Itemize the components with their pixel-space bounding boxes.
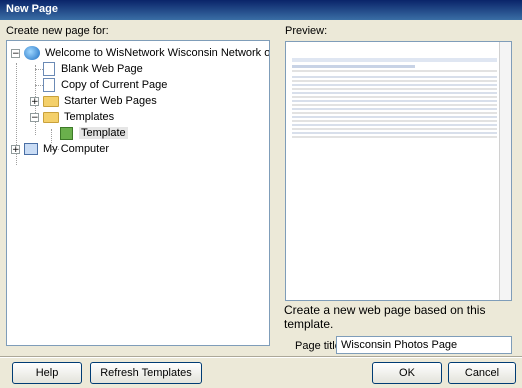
folder-open-icon	[43, 111, 59, 123]
window-title: New Page	[6, 3, 58, 15]
tree-node-label: Welcome to WisNetwork Wisconsin Network …	[45, 47, 270, 59]
template-icon	[60, 126, 73, 140]
tree-node-templates[interactable]: − Templates	[30, 109, 114, 125]
ok-button[interactable]: OK	[372, 362, 442, 384]
preview-label: Preview:	[285, 25, 328, 37]
divider	[0, 356, 522, 358]
page-icon	[43, 62, 55, 76]
create-for-label: Create new page for:	[6, 25, 109, 37]
tree-node-label: Blank Web Page	[61, 63, 143, 75]
folder-icon	[43, 95, 59, 107]
tree-node-website[interactable]: − Welcome to WisNetwork Wisconsin Networ…	[11, 45, 270, 61]
website-icon	[24, 46, 40, 60]
expand-icon[interactable]: +	[11, 144, 20, 154]
template-description: Create a new web page based on this temp…	[284, 303, 486, 331]
expand-icon[interactable]: +	[30, 96, 39, 106]
tree-node-copy-page[interactable]: Copy of Current Page	[41, 77, 167, 93]
page-title-input[interactable]: Wisconsin Photos Page	[336, 336, 512, 354]
tree-node-label: Starter Web Pages	[64, 95, 157, 107]
preview-scrollbar[interactable]	[499, 42, 511, 300]
location-tree[interactable]: − Welcome to WisNetwork Wisconsin Networ…	[6, 40, 270, 346]
cancel-button[interactable]: Cancel	[448, 362, 516, 384]
tree-node-template[interactable]: Template	[59, 125, 128, 141]
tree-node-label: Template	[79, 127, 128, 139]
title-bar: New Page	[0, 0, 522, 20]
tree-node-label: My Computer	[43, 143, 110, 155]
refresh-templates-button[interactable]: Refresh Templates	[90, 362, 202, 384]
collapse-icon[interactable]: −	[30, 112, 39, 122]
tree-node-label: Templates	[64, 111, 115, 123]
tree-node-starter-pages[interactable]: + Starter Web Pages	[30, 93, 157, 109]
tree-node-label: Copy of Current Page	[61, 79, 168, 91]
collapse-icon[interactable]: −	[11, 48, 20, 58]
preview-thumbnail	[292, 58, 497, 140]
help-button[interactable]: Help	[12, 362, 82, 384]
tree-node-my-computer[interactable]: + My Computer	[11, 141, 109, 157]
page-icon	[43, 78, 55, 92]
preview-pane	[285, 41, 512, 301]
computer-icon	[24, 143, 38, 155]
tree-node-blank-page[interactable]: Blank Web Page	[41, 61, 143, 77]
